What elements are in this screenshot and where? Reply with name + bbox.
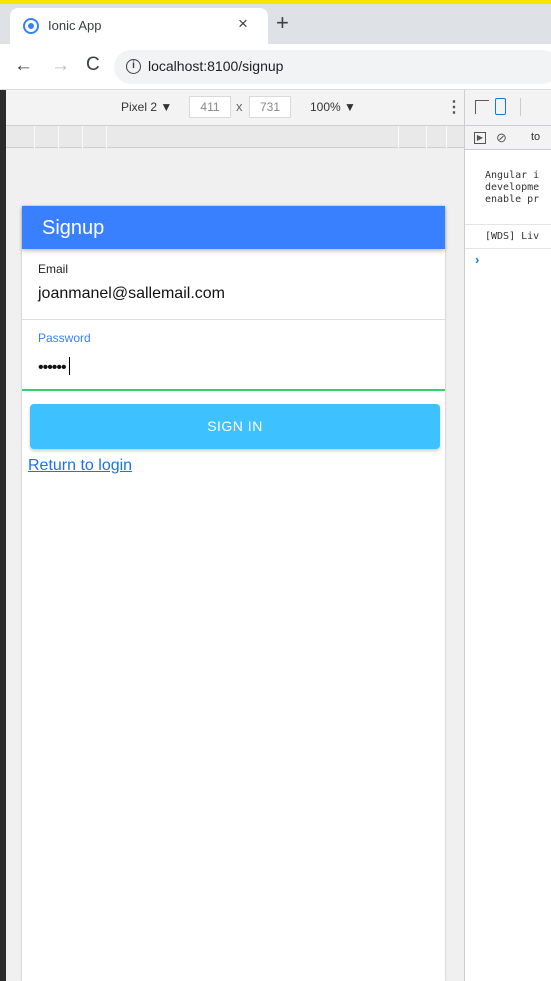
app-header: Signup xyxy=(22,206,445,249)
console-message: Angular i developme enable pr xyxy=(485,170,540,205)
device-width-input[interactable]: 411 xyxy=(189,96,231,118)
ionic-favicon-icon xyxy=(23,18,39,34)
email-label: Email xyxy=(38,262,69,276)
zoom-select[interactable]: 100% ▼ xyxy=(310,100,356,114)
email-field[interactable]: Email joanmanel@sallemail.com xyxy=(22,256,445,320)
return-to-login-link[interactable]: Return to login xyxy=(28,457,132,475)
back-arrow-icon[interactable]: ← xyxy=(14,55,33,77)
device-height-input[interactable]: 731 xyxy=(249,96,291,118)
password-label: Password xyxy=(38,331,91,345)
device-select[interactable]: Pixel 2 ▼ xyxy=(121,100,172,114)
sidebar-toggle-icon[interactable]: ▶ xyxy=(474,132,486,144)
forward-arrow-icon[interactable]: → xyxy=(51,55,70,77)
context-select[interactable]: to xyxy=(531,131,540,143)
console-divider xyxy=(465,248,551,249)
reload-icon[interactable]: C xyxy=(86,54,100,76)
site-info-icon[interactable]: i xyxy=(126,59,141,74)
dimension-separator: x xyxy=(236,99,243,114)
toolbar-divider xyxy=(520,98,521,116)
device-viewport: Signup Email joanmanel@sallemail.com Pas… xyxy=(22,206,445,981)
tab-ionic-app[interactable]: Ionic App × xyxy=(10,8,268,44)
console-prompt-icon[interactable]: › xyxy=(475,252,479,267)
more-options-icon[interactable]: ⋮ xyxy=(446,97,462,117)
password-field[interactable]: Password •••••• xyxy=(22,323,445,391)
device-toggle-icon[interactable] xyxy=(495,98,506,115)
page-title: Signup xyxy=(42,217,105,239)
console-toolbar: ▶ ⊘ to xyxy=(465,126,551,150)
devtools-panel: ▶ ⊘ to Angular i developme enable pr [WD… xyxy=(464,90,551,981)
email-input[interactable]: joanmanel@sallemail.com xyxy=(38,285,225,303)
device-toolbar: Pixel 2 ▼ 411 x 731 100% ▼ ⋮ xyxy=(6,90,464,126)
tab-strip: Ionic App × + xyxy=(0,4,551,44)
media-query-ruler[interactable] xyxy=(6,126,464,148)
address-toolbar: ← → C i localhost:8100/signup xyxy=(0,44,551,90)
inspect-element-icon[interactable] xyxy=(475,100,489,114)
console-divider xyxy=(465,224,551,225)
clear-console-icon[interactable]: ⊘ xyxy=(496,131,507,144)
new-tab-icon[interactable]: + xyxy=(276,12,289,34)
password-value: •••••• xyxy=(38,359,67,376)
password-input[interactable]: •••••• xyxy=(38,357,70,377)
sign-in-button[interactable]: SIGN IN xyxy=(30,404,440,449)
console-message: [WDS] Liv xyxy=(485,231,540,242)
close-tab-icon[interactable]: × xyxy=(238,14,248,34)
url-text[interactable]: localhost:8100/signup xyxy=(148,58,283,74)
browser-window: Ionic App × + ← → C i localhost:8100/sig… xyxy=(0,0,551,981)
text-caret xyxy=(68,357,70,375)
tab-title: Ionic App xyxy=(48,18,102,33)
address-bar[interactable]: i localhost:8100/signup xyxy=(114,50,551,84)
devtools-toolbar xyxy=(465,90,551,126)
